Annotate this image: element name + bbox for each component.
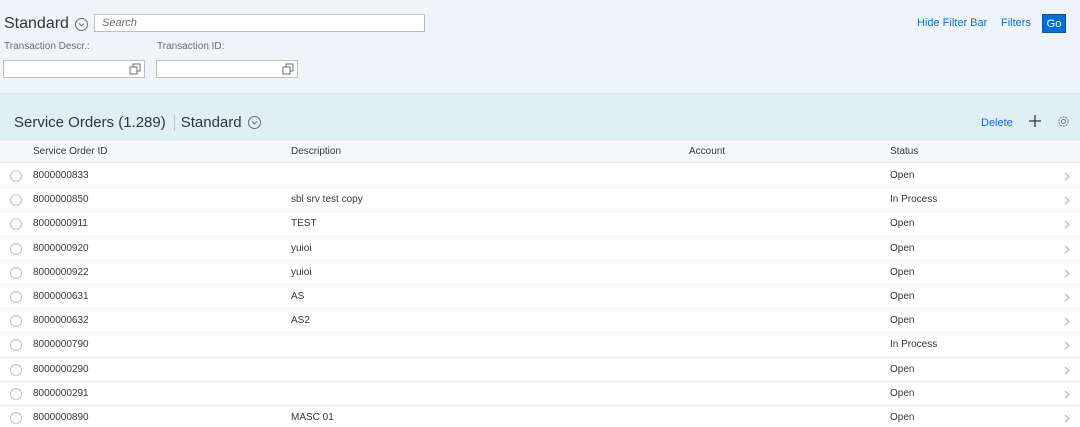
search-placeholder: Search — [102, 17, 137, 29]
cell-status: Open — [890, 363, 915, 375]
cell-status: Open — [890, 218, 915, 230]
row-select-radio[interactable] — [10, 290, 22, 303]
cell-service-order-id: 8000000890 — [33, 411, 89, 423]
row-select-radio[interactable] — [10, 170, 22, 182]
value-help-icon[interactable] — [282, 63, 294, 75]
cell-service-order-id: 8000000790 — [33, 339, 89, 351]
table-body: 8000000833 Open 8000000850 sbl srv test … — [0, 164, 1080, 427]
row-select-radio[interactable] — [10, 315, 22, 328]
chevron-right-icon[interactable] — [1064, 220, 1070, 229]
column-status[interactable]: Status — [890, 146, 918, 157]
row-select-radio[interactable] — [10, 363, 22, 376]
cell-status: Open — [890, 411, 915, 423]
transaction-id-field[interactable] — [156, 60, 298, 78]
chevron-right-icon[interactable] — [1064, 196, 1070, 205]
chevron-right-icon[interactable] — [1064, 366, 1070, 375]
cell-service-order-id: 8000000631 — [33, 290, 89, 302]
transaction-descr-label: Transaction Descr.: — [4, 41, 90, 52]
gear-icon[interactable] — [1057, 115, 1070, 128]
cell-status: In Process — [890, 339, 938, 351]
cell-service-order-id: 8000000632 — [33, 315, 89, 327]
value-help-icon[interactable] — [129, 63, 141, 75]
variant-selector[interactable]: Standard — [4, 14, 88, 34]
cell-service-order-id: 8000000911 — [33, 218, 88, 230]
chevron-down-icon[interactable] — [247, 116, 261, 129]
cell-service-order-id: 8000000850 — [33, 194, 89, 206]
row-select-radio[interactable] — [10, 242, 22, 255]
table-title-text: Service Orders (1.289) — [14, 114, 166, 131]
cell-description: sbl srv test copy — [291, 194, 363, 206]
table-row[interactable]: 8000000890 MASC 01 Open — [0, 405, 1080, 427]
transaction-descr-field[interactable] — [3, 60, 145, 78]
table-row[interactable]: 8000000631 AS Open — [0, 284, 1080, 310]
cell-service-order-id: 8000000291 — [33, 387, 89, 399]
cell-service-order-id: 8000000833 — [33, 170, 89, 181]
table-row[interactable]: 8000000632 AS2 Open — [0, 309, 1080, 334]
chevron-right-icon[interactable] — [1064, 414, 1070, 423]
cell-description: MASC 01 — [291, 411, 334, 423]
plus-icon[interactable] — [1028, 114, 1042, 128]
column-account[interactable]: Account — [689, 146, 725, 157]
chevron-right-icon[interactable] — [1064, 245, 1070, 254]
title-separator — [173, 114, 175, 131]
transaction-id-label: Transaction ID: — [157, 41, 225, 52]
column-description[interactable]: Description — [291, 146, 341, 157]
table-row[interactable]: 8000000290 Open — [0, 357, 1080, 382]
row-select-radio[interactable] — [10, 411, 22, 424]
row-select-radio[interactable] — [10, 387, 22, 400]
cell-description: AS2 — [291, 315, 310, 327]
cell-service-order-id: 8000000920 — [33, 242, 89, 254]
table-title: Service Orders (1.289) Standard — [14, 114, 261, 131]
chevron-right-icon[interactable] — [1064, 390, 1070, 399]
table-row[interactable]: 8000000790 In Process — [0, 333, 1080, 358]
row-select-radio[interactable] — [10, 194, 22, 207]
column-service-order-id[interactable]: Service Order ID — [33, 146, 107, 157]
search-input[interactable]: Search — [94, 14, 425, 32]
chevron-right-icon[interactable] — [1064, 341, 1070, 350]
delete-button[interactable]: Delete — [981, 117, 1013, 129]
chevron-right-icon[interactable] — [1064, 293, 1070, 302]
cell-status: Open — [890, 170, 915, 181]
table-row[interactable]: 8000000911 TEST Open — [0, 212, 1080, 237]
row-select-radio[interactable] — [10, 339, 22, 352]
cell-status: Open — [890, 266, 915, 278]
row-select-radio[interactable] — [10, 266, 22, 279]
cell-status: Open — [890, 315, 915, 327]
chevron-down-icon[interactable] — [74, 17, 88, 31]
cell-description: yuioi — [291, 266, 312, 278]
cell-service-order-id: 8000000922 — [33, 266, 89, 278]
table-row[interactable]: 8000000920 yuioi Open — [0, 236, 1080, 261]
table-row[interactable]: 8000000850 sbl srv test copy In Process — [0, 188, 1080, 213]
table-header: Service Order ID Description Account Sta… — [0, 141, 1080, 163]
cell-service-order-id: 8000000290 — [33, 363, 89, 375]
go-button[interactable]: Go — [1042, 14, 1066, 33]
table-variant[interactable]: Standard — [181, 114, 242, 131]
filter-bar: Standard Search Hide Filter Bar Filters … — [0, 0, 1080, 93]
table-toolbar: Service Orders (1.289) Standard Delete — [0, 93, 1080, 141]
service-orders-panel: Service Orders (1.289) Standard Delete S… — [0, 93, 1080, 427]
cell-status: Open — [890, 387, 915, 399]
cell-description: TEST — [291, 218, 317, 230]
cell-status: In Process — [890, 194, 938, 206]
hide-filter-bar-link[interactable]: Hide Filter Bar — [917, 17, 987, 29]
cell-status: Open — [890, 242, 915, 254]
row-select-radio[interactable] — [10, 218, 22, 231]
variant-title: Standard — [4, 15, 69, 32]
cell-status: Open — [890, 290, 915, 302]
chevron-right-icon[interactable] — [1064, 269, 1070, 278]
chevron-right-icon[interactable] — [1064, 317, 1070, 326]
chevron-right-icon[interactable] — [1064, 172, 1070, 181]
table-row[interactable]: 8000000291 Open — [0, 381, 1080, 406]
table-row[interactable]: 8000000922 yuioi Open — [0, 260, 1080, 285]
filters-link[interactable]: Filters — [1001, 17, 1031, 29]
cell-description: AS — [291, 290, 305, 302]
table-row[interactable]: 8000000833 Open — [0, 164, 1080, 189]
cell-description: yuioi — [291, 242, 312, 254]
